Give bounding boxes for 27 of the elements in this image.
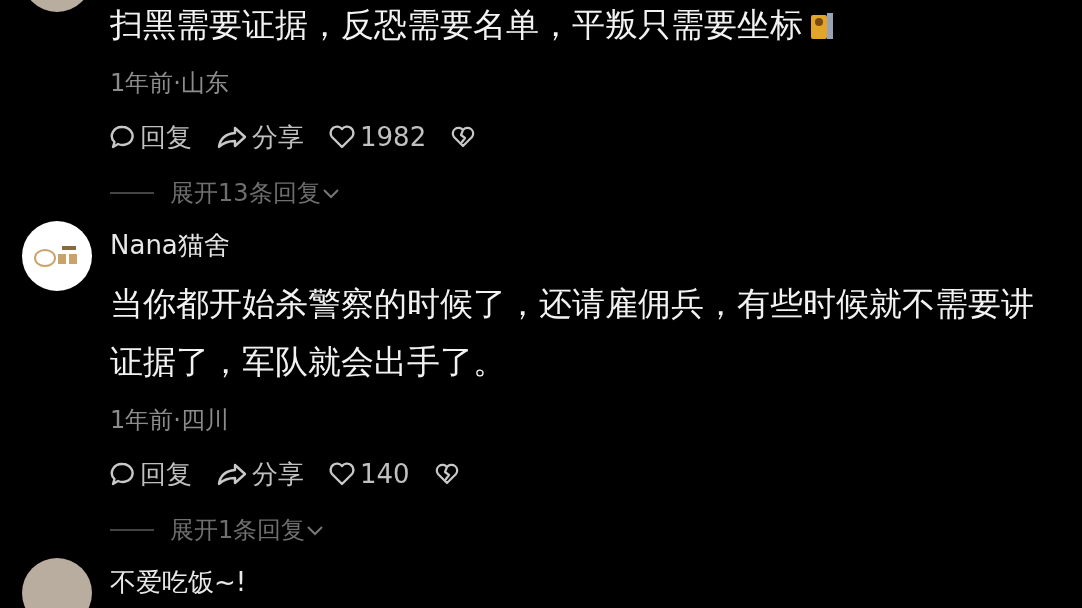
comment-text: 当你都开始杀警察的时候了，还请雇佣兵，有些时候就不需要讲证据了，军队就会出手了。 bbox=[110, 284, 1034, 381]
user-name[interactable]: 不爱吃饭~! bbox=[110, 564, 247, 600]
share-arrow-icon bbox=[216, 124, 248, 150]
share-button[interactable]: 分享 bbox=[216, 456, 304, 492]
chevron-down-icon bbox=[305, 523, 326, 537]
reply-button[interactable]: 回复 bbox=[110, 456, 192, 492]
user-name[interactable]: Nana猫舍 bbox=[110, 227, 230, 263]
expand-replies-link[interactable]: 展开13条回复 bbox=[170, 177, 341, 209]
share-button[interactable]: 分享 bbox=[216, 119, 304, 155]
heart-icon bbox=[328, 124, 356, 150]
expand-replies-link[interactable]: 展开1条回复 bbox=[170, 514, 326, 546]
comment-bubble-icon bbox=[110, 461, 136, 487]
dislike-button[interactable] bbox=[450, 124, 477, 150]
chevron-down-icon bbox=[320, 186, 341, 200]
comment-time-location: 1年前·四川 bbox=[110, 405, 230, 436]
comment-bubble-icon bbox=[110, 124, 136, 150]
like-button[interactable]: 140 bbox=[328, 459, 410, 489]
comment-text: 扫黑需要证据，反恐需要名单，平叛只需要坐标 bbox=[110, 5, 803, 44]
broken-heart-icon bbox=[450, 124, 477, 150]
reply-button[interactable]: 回复 bbox=[110, 119, 192, 155]
dislike-button[interactable] bbox=[433, 461, 460, 487]
like-button[interactable]: 1982 bbox=[328, 122, 427, 152]
broken-heart-icon bbox=[433, 461, 460, 487]
comment-time-location: 1年前·山东 bbox=[110, 68, 230, 99]
share-arrow-icon bbox=[216, 461, 248, 487]
avatar-photo-placeholder[interactable] bbox=[22, 558, 92, 608]
heart-icon bbox=[328, 461, 356, 487]
